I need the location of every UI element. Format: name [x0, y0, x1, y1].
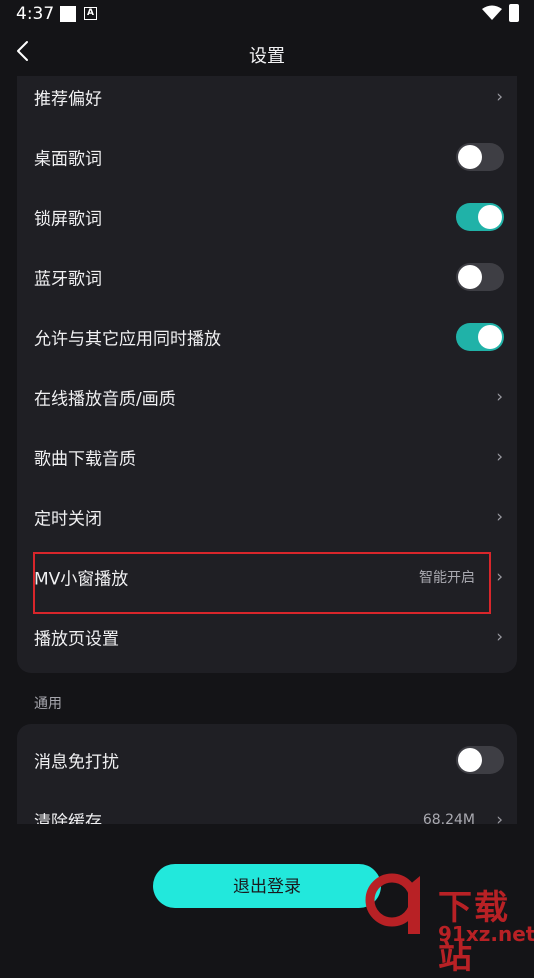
chevron-right-icon: › — [496, 87, 503, 107]
settings-row-sleep-timer[interactable]: 定时关闭 › — [17, 487, 517, 547]
mix-playback-toggle[interactable] — [456, 323, 504, 351]
settings-row-mix-playback[interactable]: 允许与其它应用同时播放 — [17, 307, 517, 367]
settings-row-download-quality[interactable]: 歌曲下载音质 › — [17, 427, 517, 487]
lockscreen-lyrics-toggle[interactable] — [456, 203, 504, 231]
settings-row-label: 消息免打扰 — [34, 752, 119, 773]
chevron-right-icon: › — [496, 447, 503, 467]
chevron-right-icon: › — [496, 387, 503, 407]
logout-button[interactable]: 退出登录 — [153, 864, 381, 908]
desktop-lyrics-toggle[interactable] — [456, 143, 504, 171]
settings-row-player-page[interactable]: 播放页设置 › — [17, 607, 517, 667]
highlight-box — [33, 552, 491, 614]
settings-row-lockscreen-lyrics[interactable]: 锁屏歌词 — [17, 187, 517, 247]
toggle-knob — [458, 265, 482, 289]
status-time: 4:37 — [16, 4, 55, 24]
settings-row-clear-cache[interactable]: 清除缓存 68.24M › — [17, 790, 517, 824]
battery-icon — [509, 4, 519, 22]
section-title-general: 通用 — [34, 696, 62, 712]
chevron-right-icon: › — [496, 627, 503, 647]
settings-row-dnd[interactable]: 消息免打扰 — [17, 730, 517, 790]
settings-row-label: 蓝牙歌词 — [34, 269, 102, 290]
status-bar: 4:37 A — [0, 0, 534, 30]
settings-row-label: 清除缓存 — [34, 812, 102, 825]
settings-row-label: 推荐偏好 — [34, 89, 102, 110]
cache-size-value: 68.24M — [422, 812, 475, 824]
page-title: 设置 — [249, 46, 285, 67]
chevron-right-icon: › — [496, 567, 503, 587]
settings-row-label: 歌曲下载音质 — [34, 449, 136, 470]
dnd-toggle[interactable] — [456, 746, 504, 774]
settings-row-desktop-lyrics[interactable]: 桌面歌词 — [17, 127, 517, 187]
notification-icon — [60, 6, 76, 22]
chevron-right-icon: › — [496, 810, 503, 824]
settings-row-label: 锁屏歌词 — [34, 209, 102, 230]
toggle-knob — [458, 748, 482, 772]
toggle-knob — [478, 325, 502, 349]
settings-row-bluetooth-lyrics[interactable]: 蓝牙歌词 — [17, 247, 517, 307]
general-card: 消息免打扰 清除缓存 68.24M › — [17, 724, 517, 824]
watermark-logo — [365, 873, 420, 934]
wifi-icon — [482, 5, 502, 20]
toggle-knob — [478, 205, 502, 229]
watermark-url: 91xz.net — [438, 922, 534, 946]
settings-row-label: 在线播放音质/画质 — [34, 389, 176, 410]
settings-row-label: 允许与其它应用同时播放 — [34, 329, 221, 350]
bluetooth-lyrics-toggle[interactable] — [456, 263, 504, 291]
settings-row-recommend[interactable]: 推荐偏好 › — [17, 67, 517, 127]
settings-row-label: 桌面歌词 — [34, 149, 102, 170]
settings-row-label: 定时关闭 — [34, 509, 102, 530]
app-notification-icon: A — [84, 7, 97, 20]
chevron-right-icon: › — [496, 507, 503, 527]
settings-row-label: 播放页设置 — [34, 629, 119, 650]
settings-row-online-quality[interactable]: 在线播放音质/画质 › — [17, 367, 517, 427]
toggle-knob — [458, 145, 482, 169]
